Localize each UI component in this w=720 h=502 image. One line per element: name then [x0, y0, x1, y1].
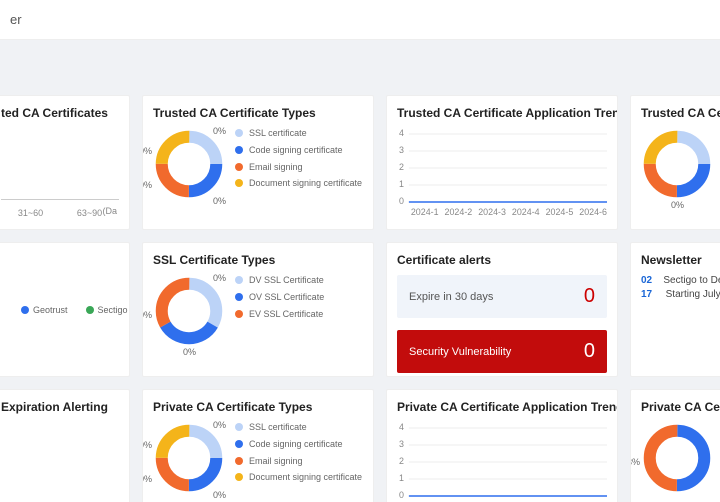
chart-legend: DV SSL Certificate OV SSL Certificate EV… [225, 275, 324, 347]
svg-text:2024-6: 2024-6 [579, 207, 607, 217]
legend-item: DV SSL Certificate [249, 275, 324, 286]
donut-chart: 0% 0% 0% [153, 275, 225, 347]
bar-chart-placeholder: 31~60 63~90 (Da [1, 128, 119, 218]
legend-item: Email signing [249, 456, 303, 467]
pct-label: 0% [213, 490, 226, 500]
legend-item: Code signing certificate [249, 145, 343, 156]
card-title: Newsletter [641, 253, 720, 267]
news-date: 17 [641, 289, 658, 300]
svg-text:2024-3: 2024-3 [478, 207, 506, 217]
pct-label: 0% [213, 126, 226, 136]
legend-item: Geotrust [33, 305, 68, 315]
news-text: Sectigo to Dep [663, 275, 720, 286]
pct-label: 0% [671, 200, 684, 210]
line-chart: 4 3 2 1 0 2024-1 2024-2 2024-3 2024-4 20… [397, 128, 607, 218]
card-trusted-trends: Trusted CA Certificate Application Trend… [386, 95, 618, 230]
y-tick: 2 [399, 162, 404, 172]
card-private-trends: Private CA Certificate Application Trend… [386, 389, 618, 502]
axis-unit: (Da [102, 206, 117, 216]
chart-legend: SSL certificate Code signing certificate… [225, 128, 362, 200]
chart-legend: SSL certificate Code signing certificate… [225, 422, 362, 494]
card-private-ca-right: Private CA Certifi 3% [630, 389, 720, 502]
card-newsletter: Newsletter 02 Sectigo to Dep 17 Starting… [630, 242, 720, 377]
alert-expire-box[interactable]: Expire in 30 days 0 [397, 275, 607, 318]
card-title: Trusted CA Certificate Application Trend… [397, 106, 607, 120]
donut-chart: 0% 0% 0% 0% [153, 422, 225, 494]
card-title: ted CA Certificates [1, 106, 119, 120]
y-tick: 1 [399, 179, 404, 189]
card-title: Trusted CA Certificate Types [153, 106, 363, 120]
svg-text:4: 4 [399, 422, 404, 432]
svg-text:1: 1 [399, 473, 404, 483]
legend-item: Document signing certificate [249, 472, 362, 483]
card-title: Private CA Certificate Application Trend… [397, 400, 607, 414]
pct-label: 0% [183, 347, 196, 357]
alert-label: Expire in 30 days [409, 291, 493, 303]
svg-text:2024-1: 2024-1 [411, 207, 439, 217]
card-title: Expiration Alerting [1, 400, 119, 414]
card-title: Certificate alerts [397, 253, 607, 267]
svg-text:2024-4: 2024-4 [512, 207, 540, 217]
alert-value: 0 [584, 285, 595, 308]
news-text: Starting July 1 [666, 289, 720, 300]
legend-item: Document signing certificate [249, 178, 362, 189]
line-chart: 4 3 2 1 0 2024-1 2024-2 2024-3 2024-4 20… [397, 422, 607, 502]
legend-item: Code signing certificate [249, 439, 343, 450]
news-item[interactable]: 02 Sectigo to Dep [641, 275, 720, 286]
pct-label: 0% [142, 146, 152, 156]
legend-item: Sectigo [98, 305, 128, 315]
pct-label: 0% [142, 310, 152, 320]
pct-label: 0% [213, 273, 226, 283]
legend-item: SSL certificate [249, 422, 307, 433]
donut-chart: 3% [641, 422, 713, 494]
bar-chart-placeholder: 31~60 63~90 (Da [1, 422, 119, 502]
svg-text:0: 0 [399, 490, 404, 500]
card-providers: Geotrust Sectigo [0, 242, 130, 377]
card-title: SSL Certificate Types [153, 253, 363, 267]
x-tick: 31~60 [18, 208, 43, 218]
legend-item: OV SSL Certificate [249, 292, 324, 303]
top-bar: er [0, 0, 720, 40]
donut-chart: 0% 0% 0% 0% [153, 128, 225, 200]
svg-text:2024-2: 2024-2 [445, 207, 473, 217]
top-bar-text: er [10, 12, 22, 27]
card-trusted-ca-types: Trusted CA Certificate Types 0% 0% 0% 0%… [142, 95, 374, 230]
legend-item: SSL certificate [249, 128, 307, 139]
card-title: Private CA Certificate Types [153, 400, 363, 414]
x-tick: 63~90 [77, 208, 102, 218]
card-private-ca-types: Private CA Certificate Types 0% 0% 0% 0%… [142, 389, 374, 502]
card-title: Trusted CA Certifi [641, 106, 720, 120]
card-ssl-types: SSL Certificate Types 0% 0% 0% DV SSL Ce… [142, 242, 374, 377]
card-title [1, 253, 119, 267]
y-tick: 4 [399, 128, 404, 138]
card-expiration-alerting: Expiration Alerting 31~60 63~90 (Da [0, 389, 130, 502]
news-date: 02 [641, 275, 655, 286]
alert-label: Security Vulnerability [409, 346, 511, 358]
y-tick: 0 [399, 196, 404, 206]
card-title: Private CA Certifi [641, 400, 720, 414]
news-item[interactable]: 17 Starting July 1 [641, 289, 720, 300]
alert-vulnerability-box[interactable]: Security Vulnerability 0 [397, 330, 607, 373]
providers-legend: Geotrust Sectigo [1, 275, 119, 345]
pct-label: 0% [213, 420, 226, 430]
svg-text:2024-5: 2024-5 [546, 207, 574, 217]
alert-value: 0 [584, 340, 595, 363]
pct-label: 3% [630, 457, 640, 467]
svg-text:3: 3 [399, 439, 404, 449]
pct-label: 0% [142, 440, 152, 450]
pct-label: 0% [142, 180, 152, 190]
y-tick: 3 [399, 145, 404, 155]
legend-item: EV SSL Certificate [249, 309, 323, 320]
svg-text:2: 2 [399, 456, 404, 466]
donut-chart: 0% [641, 128, 713, 200]
pct-label: 0% [142, 474, 152, 484]
legend-item: Email signing [249, 162, 303, 173]
card-trusted-ca-right: Trusted CA Certifi 0% [630, 95, 720, 230]
card-certificate-alerts: Certificate alerts Expire in 30 days 0 S… [386, 242, 618, 377]
pct-label: 0% [213, 196, 226, 206]
card-trusted-ca-certificates: ted CA Certificates 31~60 63~90 (Da [0, 95, 130, 230]
